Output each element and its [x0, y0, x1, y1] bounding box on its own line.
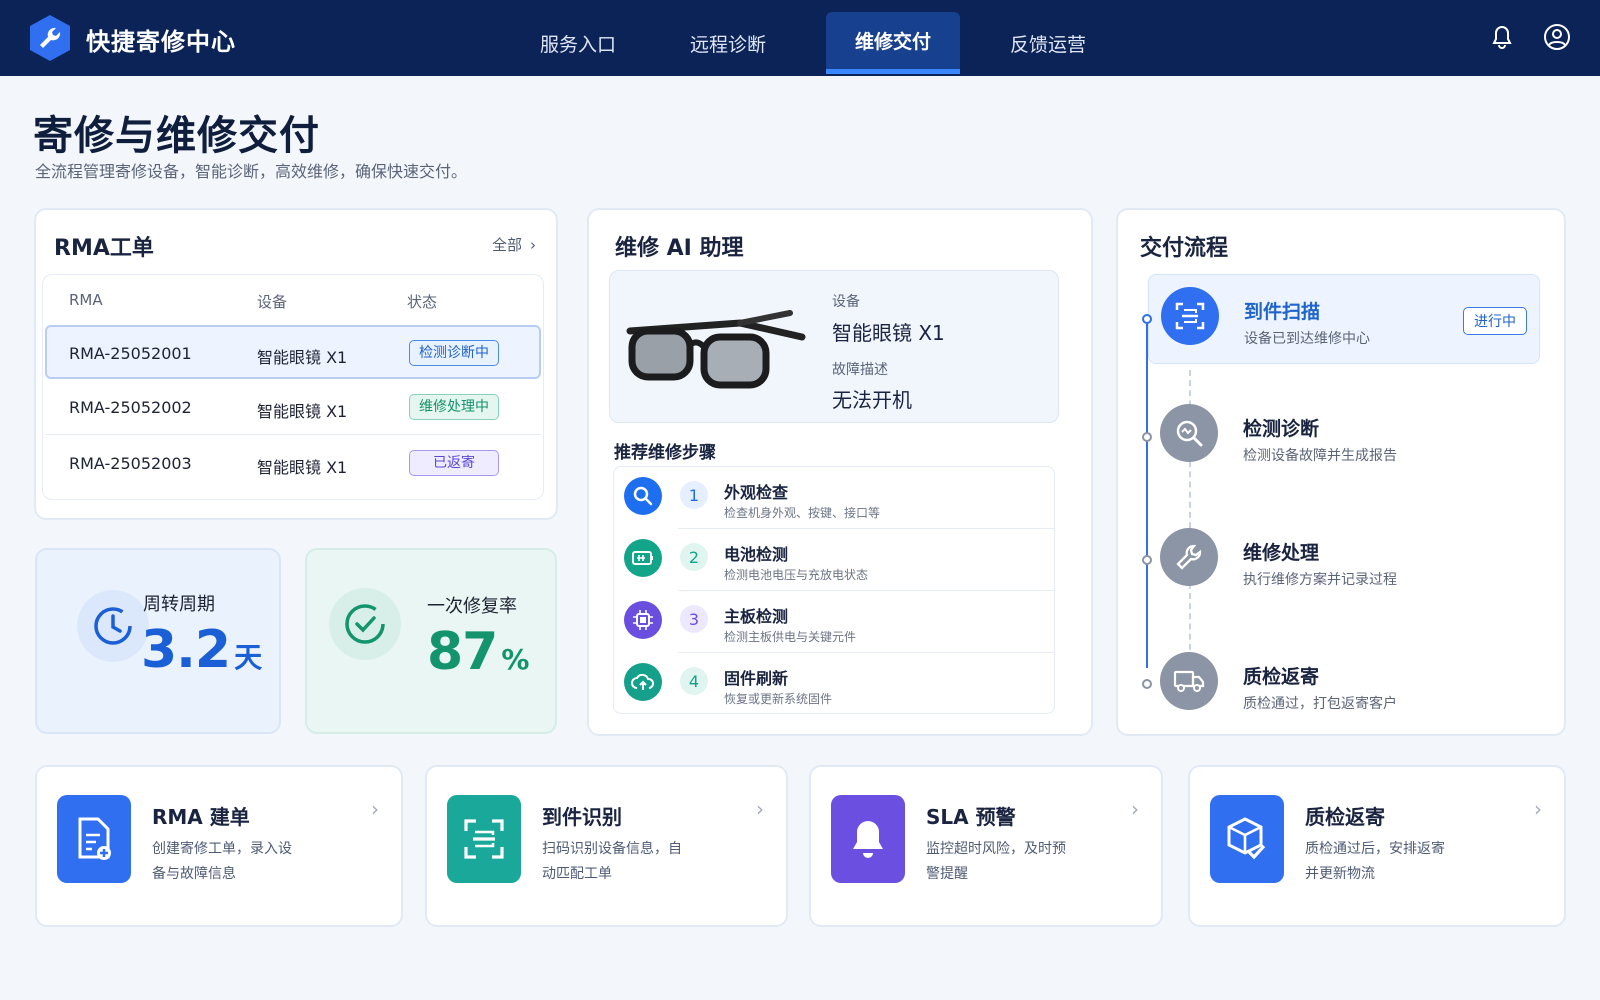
rma-card-title: RMA工单 — [54, 236, 154, 261]
document-add-icon — [57, 795, 131, 883]
flow-step-arrival-scan[interactable]: 到件扫描 设备已到达维修中心 进行中 — [1148, 274, 1540, 364]
column-header-rma: RMA — [69, 291, 103, 309]
recommended-steps-title: 推荐维修步骤 — [614, 443, 716, 463]
bell-icon — [831, 795, 905, 883]
status-badge: 进行中 — [1463, 307, 1527, 335]
scan-icon — [447, 795, 521, 883]
status-badge: 检测诊断中 — [409, 340, 499, 366]
chevron-right-icon: › — [371, 797, 379, 821]
ai-assistant-title: 维修 AI 助理 — [615, 236, 744, 261]
nav-remote-diagnosis[interactable]: 远程诊断 — [661, 12, 795, 74]
wrench-logo-icon[interactable] — [28, 13, 72, 63]
ai-assistant-card: 维修 AI 助理 设备 智能眼镜 X1 故障描述 无法开机 推荐维修步骤 1 外… — [587, 208, 1093, 736]
table-row[interactable]: RMA-25052001 智能眼镜 X1 检测诊断中 — [45, 325, 541, 379]
scan-icon — [1161, 287, 1219, 345]
package-check-icon — [1210, 795, 1284, 883]
battery-icon — [624, 539, 662, 577]
table-row[interactable]: RMA-25052003 智能眼镜 X1 已返寄 — [45, 437, 541, 491]
fault-value: 无法开机 — [832, 388, 912, 412]
list-item[interactable]: 4 固件刷新 恢复或更新系统固件 — [614, 653, 1054, 715]
quick-action-arrival-recognition[interactable]: 到件识别 扫码识别设备信息，自动匹配工单 › — [425, 765, 788, 927]
top-navigation-bar: 快捷寄修中心 服务入口 远程诊断 维修交付 反馈运营 — [0, 0, 1600, 76]
turnaround-stat-card: 周转周期 3.2 天 — [35, 548, 281, 734]
clock-icon — [77, 590, 149, 662]
search-icon — [624, 477, 662, 515]
recommended-steps-list: 1 外观检查 检查机身外观、按键、接口等 2 电池检测 检测电池电压与充放电状态… — [613, 466, 1055, 714]
nav-feedback-operations[interactable]: 反馈运营 — [981, 12, 1115, 74]
quick-action-sla-alert[interactable]: SLA 预警 监控超时风险，及时预警提醒 › — [809, 765, 1163, 927]
flow-step-repair[interactable]: 维修处理 执行维修方案并记录过程 — [1148, 516, 1540, 606]
quick-action-rma-create[interactable]: RMA 建单 创建寄修工单，录入设备与故障信息 › — [35, 765, 403, 927]
first-fix-value: 87% — [427, 622, 529, 682]
first-fix-label: 一次修复率 — [427, 596, 517, 617]
chip-icon — [624, 601, 662, 639]
flow-step-qc-return[interactable]: 质检返寄 质检通过，打包返寄客户 — [1148, 640, 1540, 730]
table-row[interactable]: RMA-25052002 智能眼镜 X1 维修处理中 — [45, 381, 541, 435]
list-item[interactable]: 3 主板检测 检测主板供电与关键元件 — [614, 591, 1054, 653]
first-fix-rate-stat-card: 一次修复率 87% — [305, 548, 557, 734]
device-label: 设备 — [832, 294, 860, 310]
rma-table: RMA 设备 状态 RMA-25052001 智能眼镜 X1 检测诊断中 RMA… — [42, 274, 544, 500]
status-badge: 维修处理中 — [409, 394, 499, 420]
view-all-link[interactable]: 全部 › — [492, 234, 536, 255]
turnaround-label: 周转周期 — [143, 594, 215, 615]
list-item[interactable]: 1 外观检查 检查机身外观、按键、接口等 — [614, 467, 1054, 529]
user-icon[interactable] — [1542, 22, 1572, 52]
list-item[interactable]: 2 电池检测 检测电池电压与充放电状态 — [614, 529, 1054, 591]
flow-step-inspection[interactable]: 检测诊断 检测设备故障并生成报告 — [1148, 392, 1540, 482]
nav-service-entry[interactable]: 服务入口 — [511, 12, 645, 74]
turnaround-value: 3.2 天 — [141, 620, 262, 680]
quick-action-qc-return[interactable]: 质检返寄 质检通过后，安排返寄并更新物流 › — [1188, 765, 1566, 927]
page-title: 寄修与维修交付 — [33, 113, 320, 159]
chevron-right-icon: › — [1534, 797, 1542, 821]
status-badge: 已返寄 — [409, 450, 499, 476]
smart-glasses-image — [620, 293, 810, 407]
column-header-device: 设备 — [257, 293, 288, 311]
chevron-right-icon: › — [756, 797, 764, 821]
fault-label: 故障描述 — [832, 362, 888, 378]
truck-icon — [1160, 652, 1218, 710]
bell-icon[interactable] — [1487, 22, 1517, 52]
check-circle-icon — [329, 588, 401, 660]
nav-repair-delivery[interactable]: 维修交付 — [826, 12, 960, 74]
page-subtitle: 全流程管理寄修设备，智能诊断，高效维修，确保快速交付。 — [35, 162, 468, 181]
device-info-panel: 设备 智能眼镜 X1 故障描述 无法开机 — [609, 270, 1059, 423]
rma-card: RMA工单 全部 › RMA 设备 状态 RMA-25052001 智能眼镜 X1… — [34, 208, 558, 520]
column-header-status: 状态 — [407, 293, 438, 311]
delivery-flow-title: 交付流程 — [1140, 236, 1229, 261]
wrench-icon — [1160, 528, 1218, 586]
device-value: 智能眼镜 X1 — [832, 321, 945, 345]
chevron-right-icon: › — [1131, 797, 1139, 821]
brand-name: 快捷寄修中心 — [86, 28, 236, 56]
delivery-flow-card: 交付流程 到件扫描 设备已到达维修中心 进行中 检测诊断 检测设备故障并生成报告… — [1116, 208, 1566, 736]
timeline-line — [1146, 320, 1148, 668]
chevron-right-icon: › — [530, 235, 536, 254]
cloud-upload-icon — [624, 663, 662, 701]
magnifier-icon — [1160, 404, 1218, 462]
